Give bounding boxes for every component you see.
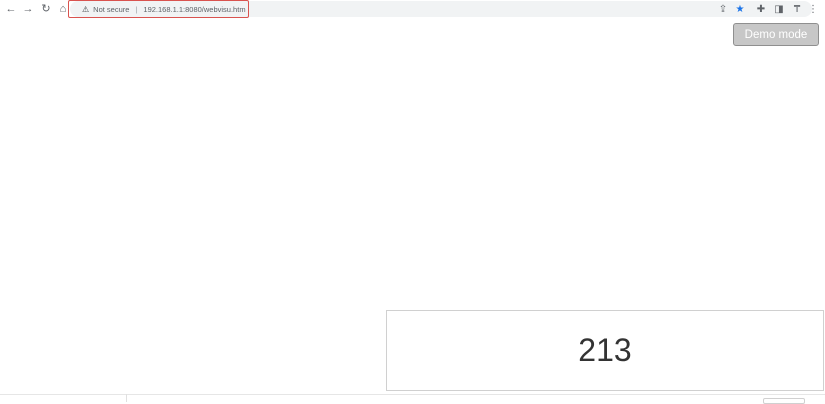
share-icon[interactable]: ⇪ <box>716 2 730 16</box>
counter-panel: 213 <box>386 310 824 391</box>
extensions-icon[interactable]: ✚ <box>754 2 768 16</box>
security-label: Not secure <box>93 4 130 14</box>
browser-toolbar: ← → ↻ ⌂ ⚠ Not secure | 192.168.1.1:8080/… <box>0 0 825 19</box>
counter-value: 213 <box>578 332 632 368</box>
profile-icon[interactable]: ₸ <box>790 2 804 16</box>
side-panel-icon[interactable]: ◨ <box>772 2 786 16</box>
reload-icon[interactable]: ↻ <box>39 2 53 16</box>
omnibox-content[interactable]: ⚠ Not secure | 192.168.1.1:8080/webvisu.… <box>82 3 246 15</box>
omnibox-separator: | <box>135 4 138 14</box>
url-text[interactable]: 192.168.1.1:8080/webvisu.htm <box>143 5 245 14</box>
warning-icon: ⚠ <box>82 4 90 14</box>
bottom-divider <box>0 394 825 395</box>
forward-arrow-icon[interactable]: → <box>21 2 35 16</box>
demo-mode-button[interactable]: Demo mode <box>733 23 819 46</box>
menu-icon[interactable]: ⋮ <box>806 2 820 16</box>
bottom-control[interactable] <box>763 398 805 404</box>
back-arrow-icon[interactable]: ← <box>4 2 18 16</box>
bookmark-star-icon[interactable]: ★ <box>733 2 747 16</box>
bottom-tick <box>126 394 127 402</box>
